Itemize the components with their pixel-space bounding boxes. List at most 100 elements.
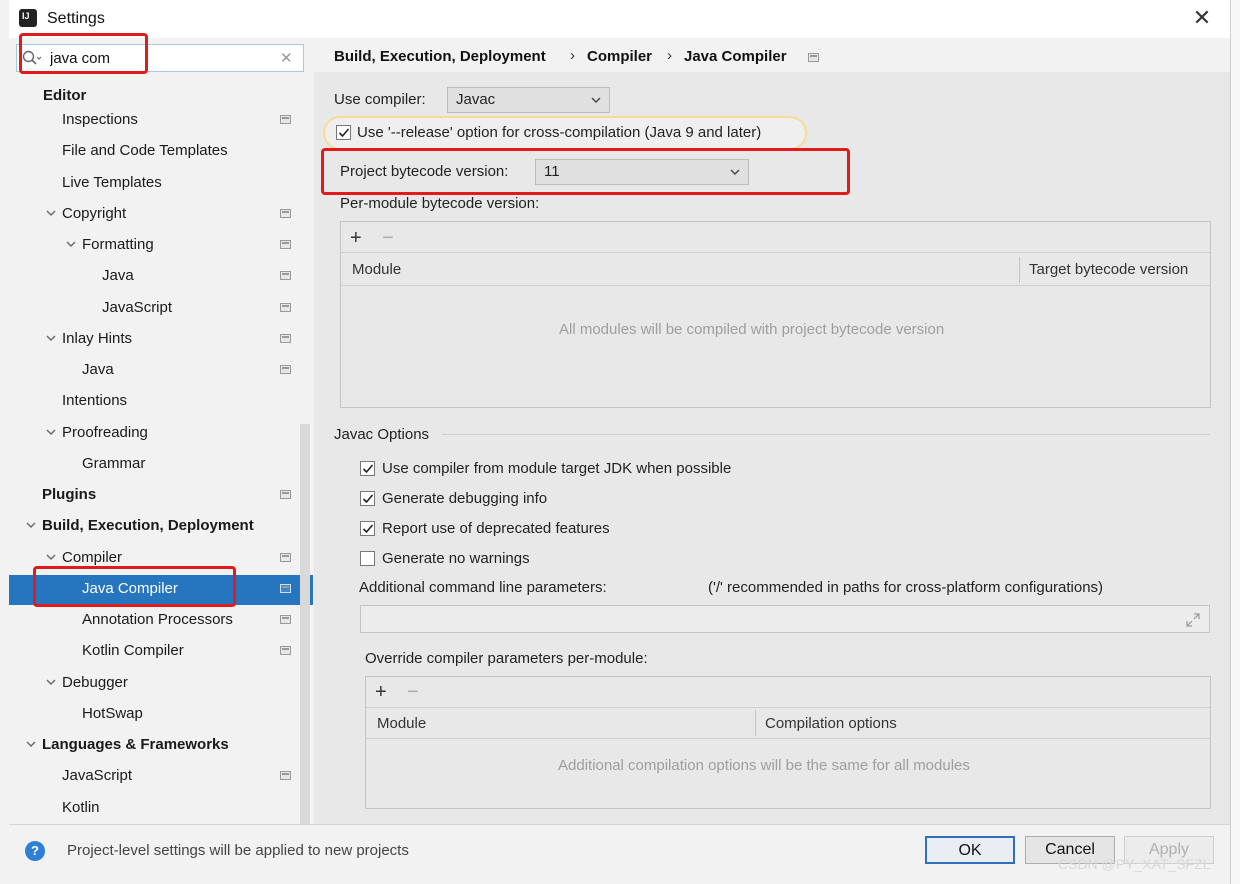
tree-item-hotswap[interactable]: HotSwap bbox=[82, 698, 143, 729]
per-module-table bbox=[340, 221, 1211, 408]
title-bar bbox=[9, 0, 1230, 38]
expand-icon[interactable] bbox=[1185, 612, 1201, 628]
checkmark-icon bbox=[338, 128, 350, 138]
breadcrumb-separator: › bbox=[667, 47, 672, 64]
use-compiler-dropdown[interactable]: Javac bbox=[447, 87, 610, 113]
breadcrumb-item-compiler: Compiler bbox=[587, 48, 653, 65]
column-divider[interactable] bbox=[755, 710, 756, 736]
watermark: CSDN @PY_XAT_SFZL bbox=[1058, 856, 1211, 872]
project-scope-icon bbox=[280, 584, 291, 593]
tree-item-javascript[interactable]: JavaScript bbox=[62, 760, 132, 791]
javac-options-title: Javac Options bbox=[334, 426, 430, 443]
tree-item-formatting[interactable]: Formatting bbox=[82, 229, 154, 260]
checkmark-icon bbox=[362, 464, 374, 474]
additional-params-label: Additional command line parameters: bbox=[359, 579, 607, 596]
per-module-label: Per-module bytecode version: bbox=[340, 195, 540, 212]
remove-module-button[interactable]: − bbox=[382, 228, 394, 248]
use-compiler-value: Javac bbox=[456, 91, 496, 108]
close-icon[interactable]: ✕ bbox=[1190, 6, 1214, 30]
checkmark-icon bbox=[362, 494, 374, 504]
app-logo-icon: IJ bbox=[17, 7, 39, 29]
help-icon[interactable]: ? bbox=[25, 841, 45, 861]
window-title: Settings bbox=[47, 10, 105, 27]
tree-item-annotation-processors[interactable]: Annotation Processors bbox=[82, 604, 233, 635]
table-toolbar-divider bbox=[366, 707, 1210, 708]
clear-search-icon[interactable]: ✕ bbox=[280, 49, 293, 67]
breadcrumb-item-java-compiler: Java Compiler bbox=[684, 48, 787, 65]
chevron-down-icon[interactable] bbox=[46, 677, 56, 687]
project-scope-icon bbox=[280, 553, 291, 562]
tree-item-debugger[interactable]: Debugger bbox=[62, 667, 128, 698]
chevron-down-icon[interactable] bbox=[66, 239, 76, 249]
tree-item-languages-frameworks[interactable]: Languages & Frameworks bbox=[42, 729, 229, 760]
javac-option-checkbox[interactable] bbox=[360, 461, 375, 476]
additional-params-field[interactable] bbox=[360, 605, 1210, 633]
javac-option-checkbox[interactable] bbox=[360, 521, 375, 536]
tree-item-intentions[interactable]: Intentions bbox=[62, 385, 127, 416]
tree-item-build-execution-deployment[interactable]: Build, Execution, Deployment bbox=[42, 510, 254, 541]
project-scope-icon bbox=[280, 490, 291, 499]
tree-item-java[interactable]: Java bbox=[82, 354, 114, 385]
tree-item-plugins[interactable]: Plugins bbox=[42, 479, 96, 510]
breadcrumb-separator: › bbox=[570, 47, 575, 64]
chevron-down-icon[interactable] bbox=[46, 552, 56, 562]
project-scope-icon bbox=[280, 771, 291, 780]
chevron-down-icon[interactable] bbox=[26, 520, 36, 530]
project-scope-icon bbox=[280, 115, 291, 124]
footer-note: Project-level settings will be applied t… bbox=[67, 842, 409, 859]
chevron-down-icon[interactable] bbox=[26, 739, 36, 749]
annotation-box-bytecode bbox=[321, 148, 850, 195]
column-header-module[interactable]: Module bbox=[377, 715, 426, 732]
tree-item-copyright[interactable]: Copyright bbox=[62, 198, 126, 229]
release-option-label[interactable]: Use '--release' option for cross-compila… bbox=[357, 124, 761, 141]
tree-item-java[interactable]: Java bbox=[102, 260, 134, 291]
project-scope-icon bbox=[280, 365, 291, 374]
project-scope-icon bbox=[280, 303, 291, 312]
chevron-down-icon bbox=[591, 97, 601, 103]
column-divider[interactable] bbox=[1019, 257, 1020, 283]
project-scope-icon bbox=[808, 53, 819, 62]
tree-item-live-templates[interactable]: Live Templates bbox=[62, 167, 162, 198]
javac-option-label[interactable]: Report use of deprecated features bbox=[382, 520, 610, 537]
project-scope-icon bbox=[280, 646, 291, 655]
column-header-module[interactable]: Module bbox=[352, 261, 401, 278]
override-table bbox=[365, 676, 1211, 809]
chevron-down-icon[interactable] bbox=[46, 333, 56, 343]
chevron-down-icon[interactable] bbox=[46, 208, 56, 218]
tree-item-grammar[interactable]: Grammar bbox=[82, 448, 145, 479]
add-override-button[interactable]: + bbox=[375, 682, 387, 702]
javac-option-label[interactable]: Use compiler from module target JDK when… bbox=[382, 460, 731, 477]
tree-item-inlay-hints[interactable]: Inlay Hints bbox=[62, 323, 132, 354]
tree-item-kotlin[interactable]: Kotlin bbox=[62, 792, 100, 823]
javac-option-label[interactable]: Generate no warnings bbox=[382, 550, 530, 567]
add-module-button[interactable]: + bbox=[350, 228, 362, 248]
tree-item-file-and-code-templates[interactable]: File and Code Templates bbox=[62, 135, 228, 166]
tree-item-proofreading[interactable]: Proofreading bbox=[62, 417, 148, 448]
project-scope-icon bbox=[280, 240, 291, 249]
additional-params-hint: ('/' recommended in paths for cross-plat… bbox=[708, 579, 1104, 596]
column-header-target-bytecode[interactable]: Target bytecode version bbox=[1029, 261, 1188, 278]
table-header-divider bbox=[341, 285, 1210, 286]
ok-button[interactable]: OK bbox=[925, 836, 1015, 864]
project-scope-icon bbox=[280, 271, 291, 280]
tree-item-kotlin-compiler[interactable]: Kotlin Compiler bbox=[82, 635, 184, 666]
project-scope-icon bbox=[280, 615, 291, 624]
javac-option-label[interactable]: Generate debugging info bbox=[382, 490, 547, 507]
checkmark-icon bbox=[362, 524, 374, 534]
project-scope-icon bbox=[280, 334, 291, 343]
tree-item-javascript[interactable]: JavaScript bbox=[102, 292, 172, 323]
override-table-empty-text: Additional compilation options will be t… bbox=[558, 757, 970, 774]
section-divider bbox=[442, 434, 1210, 435]
override-params-label: Override compiler parameters per-module: bbox=[365, 650, 648, 667]
release-option-checkbox[interactable] bbox=[336, 125, 351, 140]
remove-override-button[interactable]: − bbox=[407, 682, 419, 702]
chevron-down-icon[interactable] bbox=[46, 427, 56, 437]
tree-scrollbar[interactable] bbox=[300, 424, 310, 824]
javac-option-checkbox[interactable] bbox=[360, 491, 375, 506]
tree-item-inspections[interactable]: Inspections bbox=[62, 104, 138, 135]
annotation-box-java-compiler bbox=[33, 566, 236, 607]
table-header-divider bbox=[366, 738, 1210, 739]
column-header-compilation-options[interactable]: Compilation options bbox=[765, 715, 897, 732]
background-window-strip-right bbox=[1230, 0, 1240, 884]
javac-option-checkbox[interactable] bbox=[360, 551, 375, 566]
